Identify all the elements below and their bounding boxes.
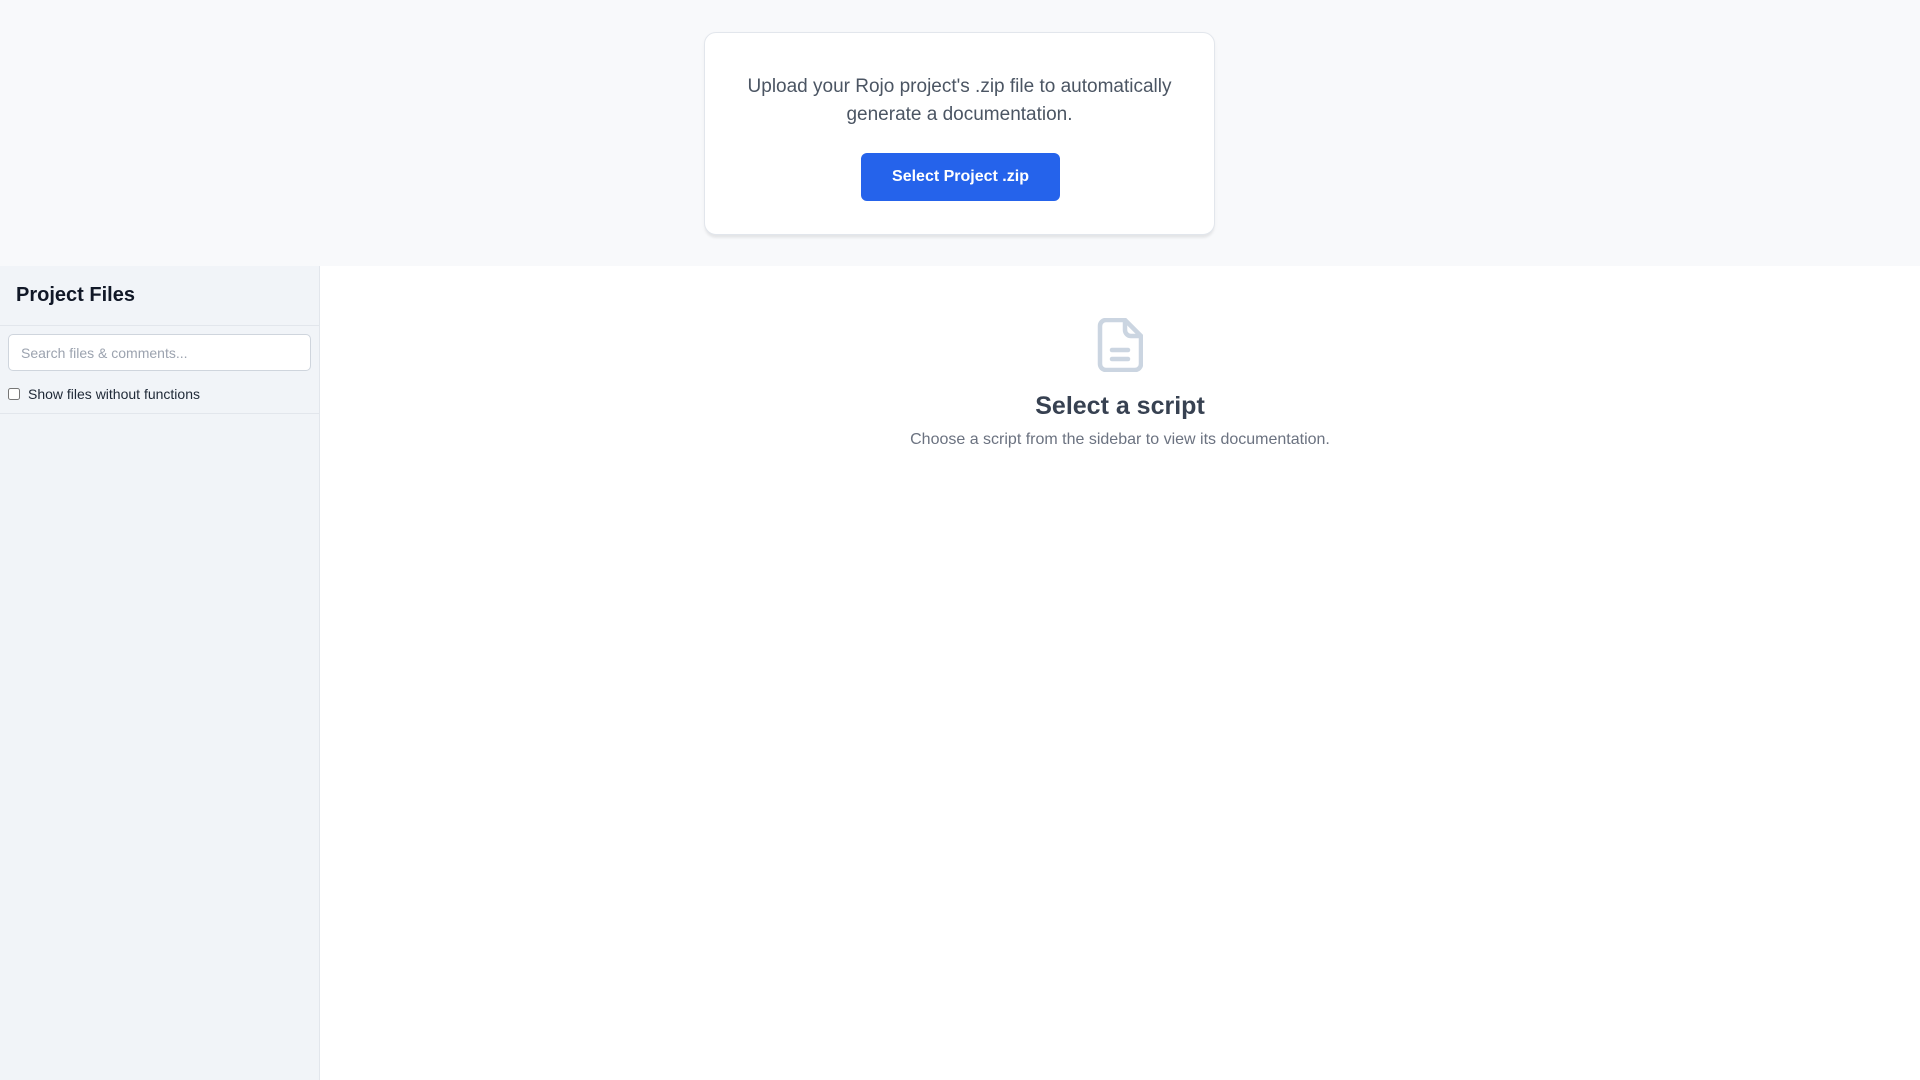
show-files-without-functions-label: Show files without functions [28,385,200,402]
select-project-zip-button[interactable]: Select Project .zip [861,153,1060,201]
sidebar-header: Project Files [0,266,319,326]
upload-card: Upload your Rojo project's .zip file to … [704,32,1215,235]
show-files-without-functions-checkbox[interactable] [8,387,20,400]
empty-state: Select a script Choose a script from the… [320,318,1920,449]
empty-state-subtitle: Choose a script from the sidebar to view… [910,431,1330,448]
sidebar-search-container [0,326,319,371]
upload-area: Upload your Rojo project's .zip file to … [0,0,1920,266]
show-files-without-functions-toggle[interactable]: Show files without functions [0,374,319,414]
app-root: Upload your Rojo project's .zip file to … [0,0,1920,1080]
document-icon [1097,318,1143,372]
main-content: Select a script Choose a script from the… [320,266,1920,1080]
sidebar: Project Files Show files without functio… [0,266,320,1080]
sidebar-title: Project Files [16,284,135,306]
upload-description: Upload your Rojo project's .zip file to … [747,76,1172,125]
search-input[interactable] [8,334,311,371]
empty-state-title: Select a script [1035,392,1205,420]
